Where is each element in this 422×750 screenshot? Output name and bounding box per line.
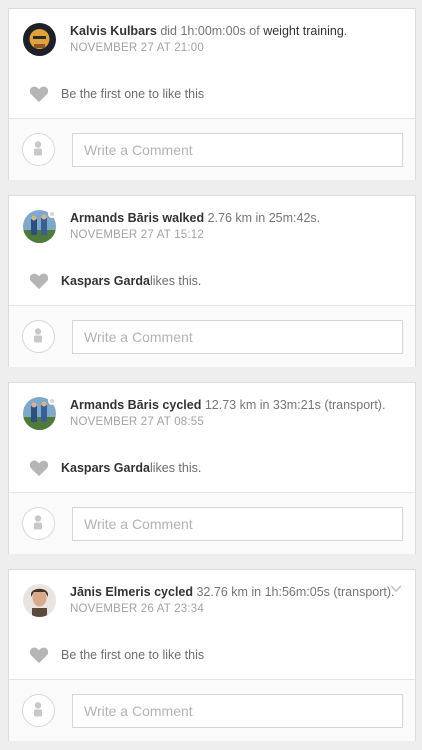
liker-name[interactable]: Kaspars Garda [61,274,150,288]
likes-row: Kaspars Garda likes this. [29,272,201,290]
activity-detail: 12.73 km in 33m:21s (transport). [204,398,386,412]
avatar[interactable] [23,23,56,56]
user-name[interactable]: Armands Bāris [70,398,159,412]
card-header: Armands Bāris walked 2.76 km in 25m:42s.… [9,196,415,306]
timestamp: NOVEMBER 27 AT 21:00 [70,42,204,54]
chevron-down-icon[interactable] [389,584,403,594]
user-name[interactable]: Armands Bāris [70,211,159,225]
activity-verb: walked [158,211,208,225]
likes-text: Be the first one to like this [61,648,205,662]
status-dot [48,210,56,218]
timestamp: NOVEMBER 27 AT 08:55 [70,416,204,428]
user-placeholder-icon [22,133,55,166]
card-header: Kalvis Kulbars did 1h:00m:00s of weight … [9,9,415,119]
activity-detail: 1h:00m:00s of [180,24,264,38]
user-placeholder-icon [22,694,55,727]
feed-card: Jānis Elmeris cycled 32.76 km in 1h:56m:… [8,569,416,741]
feed-card: Armands Bāris walked 2.76 km in 25m:42s.… [8,195,416,367]
activity-verb: did [156,24,181,38]
activity-title: Kalvis Kulbars did 1h:00m:00s of weight … [70,23,395,39]
avatar[interactable] [23,584,56,617]
likes-text: likes this. [149,274,202,288]
activity-detail: 2.76 km in 25m:42s. [207,211,321,225]
comment-input[interactable] [72,133,403,167]
comment-row [9,306,415,367]
heart-icon[interactable] [29,272,49,290]
likes-text: Be the first one to like this [61,87,205,101]
card-header: Jānis Elmeris cycled 32.76 km in 1h:56m:… [9,570,415,680]
activity-detail: 32.76 km in 1h:56m:05s (transport). [196,585,395,599]
activity-suffix: . [343,24,348,38]
activity-title: Armands Bāris cycled 12.73 km in 33m:21s… [70,397,395,413]
activity-title: Jānis Elmeris cycled 32.76 km in 1h:56m:… [70,584,395,600]
heart-icon[interactable] [29,646,49,664]
timestamp: NOVEMBER 27 AT 15:12 [70,229,204,241]
status-dot [48,397,56,405]
feed-card: Kalvis Kulbars did 1h:00m:00s of weight … [8,8,416,180]
likes-row: Be the first one to like this [29,85,204,103]
timestamp: NOVEMBER 26 AT 23:34 [70,603,204,615]
activity-type[interactable]: weight training [263,24,344,38]
user-placeholder-icon [22,507,55,540]
user-placeholder-icon [22,320,55,353]
card-header: Armands Bāris cycled 12.73 km in 33m:21s… [9,383,415,493]
comment-row [9,680,415,741]
feed-card: Armands Bāris cycled 12.73 km in 33m:21s… [8,382,416,554]
comment-input[interactable] [72,320,403,354]
activity-verb: cycled [158,398,205,412]
heart-icon[interactable] [29,85,49,103]
likes-text: likes this. [149,461,202,475]
likes-row: Kaspars Garda likes this. [29,459,201,477]
activity-verb: cycled [150,585,197,599]
comment-row [9,493,415,554]
comment-input[interactable] [72,694,403,728]
activity-feed: Kalvis Kulbars did 1h:00m:00s of weight … [8,8,416,750]
activity-title: Armands Bāris walked 2.76 km in 25m:42s. [70,210,395,226]
user-name[interactable]: Kalvis Kulbars [70,24,157,38]
user-name[interactable]: Jānis Elmeris [70,585,151,599]
comment-row [9,119,415,180]
likes-row: Be the first one to like this [29,646,204,664]
heart-icon[interactable] [29,459,49,477]
liker-name[interactable]: Kaspars Garda [61,461,150,475]
comment-input[interactable] [72,507,403,541]
